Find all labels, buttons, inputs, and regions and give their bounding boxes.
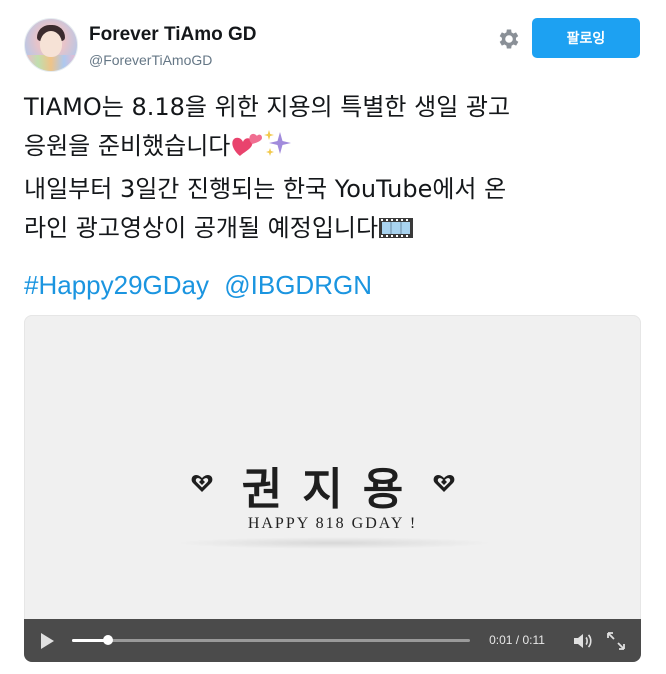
display-name[interactable]: Forever TiAmo GD: [89, 24, 257, 46]
tweet-line-4-text: 라인 광고영상이 공개될 예정입니다: [24, 214, 379, 242]
video-title-shadow: [174, 537, 494, 549]
tweet-line-2: 응원을 준비했습니다: [24, 127, 644, 170]
mention-link[interactable]: @IBGDRGN: [224, 270, 372, 300]
volume-icon[interactable]: [572, 631, 594, 651]
progress-bar[interactable]: [72, 635, 470, 645]
video-title-char-3: 용: [362, 464, 424, 515]
avatar-flowers: [25, 55, 77, 71]
tweet-line-2-text: 응원을 준비했습니다: [24, 132, 231, 160]
time-separator: /: [515, 633, 520, 647]
video-controls: 0:01 / 0:11: [24, 619, 641, 662]
gear-icon[interactable]: [496, 26, 522, 52]
video-player[interactable]: 권지용 HAPPY 818 GDAY ! 0:01 / 0:11: [24, 315, 641, 662]
user-handle[interactable]: @ForeverTiAmoGD: [89, 52, 212, 68]
following-button[interactable]: 팔로잉: [532, 18, 640, 58]
video-title-char-1: 권: [241, 464, 303, 515]
time-display: 0:01 / 0:11: [482, 633, 552, 647]
tweet-line-1: TIAMO는 8.18을 위한 지용의 특별한 생일 광고: [24, 93, 511, 121]
avatar[interactable]: [24, 18, 78, 72]
tweet-text: TIAMO는 8.18을 위한 지용의 특별한 생일 광고 응원을 준비했습니다…: [24, 88, 644, 252]
video-subtitle: HAPPY 818 GDAY !: [247, 515, 418, 532]
play-icon[interactable]: [38, 632, 56, 650]
duration: 0:11: [522, 633, 545, 647]
video-title: 권지용: [24, 453, 641, 517]
heart-outline-icon: [433, 474, 455, 492]
fullscreen-icon[interactable]: [606, 631, 626, 651]
film-strip-icon: [378, 213, 414, 252]
tweet-line-4: 라인 광고영상이 공개될 예정입니다: [24, 209, 644, 252]
hashtag-link[interactable]: #Happy29GDay: [24, 270, 209, 300]
progress-handle[interactable]: [102, 635, 113, 645]
tweet-header: Forever TiAmo GD @ForeverTiAmoGD 팔로잉: [0, 0, 666, 80]
two-hearts-icon: [230, 130, 263, 170]
tweet-line-3: 내일부터 3일간 진행되는 한국 YouTube에서 온: [24, 175, 507, 203]
sparkles-icon: [262, 128, 294, 170]
current-time: 0:01: [489, 633, 513, 647]
video-title-char-2: 지: [302, 464, 363, 515]
hashtag-line: #Happy29GDay @IBGDRGN: [24, 270, 380, 301]
avatar-face: [40, 31, 62, 57]
